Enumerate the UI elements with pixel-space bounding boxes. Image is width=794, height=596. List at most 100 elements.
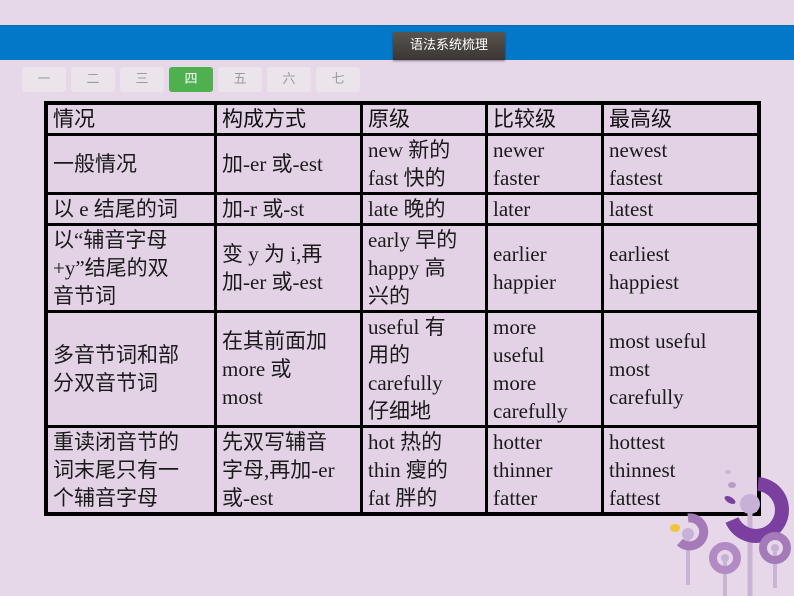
comparative-cell: newer faster <box>485 133 604 195</box>
cell-line: fatter <box>493 486 538 510</box>
tab-1[interactable]: 一 <box>22 67 66 92</box>
cell-line: fastest <box>609 166 663 190</box>
cell-line: 兴的 <box>368 284 410 308</box>
cell-line: 字母,再加-er <box>222 458 335 482</box>
tab-4[interactable]: 四 <box>169 67 213 92</box>
cell-line: 词末尾只有一 <box>53 458 179 482</box>
cell-line: carefully <box>368 371 443 395</box>
cell-line: newest <box>609 138 668 162</box>
cell-line: 以 e 结尾的词 <box>53 197 178 221</box>
cell-line: carefully <box>609 385 684 409</box>
situation-cell: 以 e 结尾的词 <box>44 192 217 226</box>
cell-line: early 早的 <box>368 228 458 252</box>
cell-line: +y”结尾的双 <box>53 256 169 280</box>
header-superlative: 最高级 <box>601 101 761 136</box>
superlative-cell: most useful most carefully <box>601 310 761 428</box>
situation-cell: 多音节词和部 分双音节词 <box>44 310 217 428</box>
situation-cell: 一般情况 <box>44 133 217 195</box>
positive-cell: useful 有用的 carefully 仔细地 <box>360 310 488 428</box>
situation-cell: 以“辅音字母 +y”结尾的双 音节词 <box>44 223 217 313</box>
cell-line: newer <box>493 138 545 162</box>
cell-line: fast 快的 <box>368 166 446 190</box>
header-rule: 构成方式 <box>214 101 363 136</box>
cell-line: fat 胖的 <box>368 486 438 510</box>
cell-line: 加-r 或-st <box>222 197 305 221</box>
table-row: 以“辅音字母 +y”结尾的双 音节词变 y 为 i,再 加-er 或-est early… <box>44 223 761 313</box>
cell-line: thinner <box>493 458 553 482</box>
cell-line: most useful <box>609 329 707 353</box>
superlative-cell: latest <box>601 192 761 226</box>
tab-2[interactable]: 二 <box>71 67 115 92</box>
positive-cell: new 新的 fast 快的 <box>360 133 488 195</box>
rule-cell: 在其前面加 more 或 most <box>214 310 363 428</box>
tab-5[interactable]: 五 <box>218 67 262 92</box>
cell-line: earliest <box>609 242 670 266</box>
superlative-cell: earliest happiest <box>601 223 761 313</box>
comparative-cell: more useful more carefully <box>485 310 604 428</box>
tab-7[interactable]: 七 <box>316 67 360 92</box>
cell-line: faster <box>493 166 540 190</box>
comparative-cell: hotter thinner fatter <box>485 425 604 516</box>
comparative-cell: earlier happier <box>485 223 604 313</box>
comparative-cell: later <box>485 192 604 226</box>
cell-line: happiest <box>609 270 679 294</box>
cell-line: happy 高 <box>368 256 446 280</box>
cell-line: new 新的 <box>368 138 451 162</box>
cell-line: thin 瘦的 <box>368 458 448 482</box>
cell-line: fattest <box>609 486 661 510</box>
cell-line: 或-est <box>222 486 274 510</box>
situation-cell: 重读闭音节的 词末尾只有一 个辅音字母 <box>44 425 217 516</box>
table-header-row: 情况 构成方式 原级 比较级 最高级 <box>44 101 761 136</box>
cell-line: 以“辅音字母 <box>53 228 168 252</box>
rule-cell: 加-r 或-st <box>214 192 363 226</box>
cell-line: more 或 <box>222 357 292 381</box>
cell-line: 一般情况 <box>53 152 137 176</box>
cell-line: happier <box>493 270 556 294</box>
cell-line: earlier <box>493 242 547 266</box>
cell-line: 分双音节词 <box>53 371 158 395</box>
cell-line: more <box>493 371 537 395</box>
cell-line: 多音节词和部 <box>53 343 179 367</box>
rule-cell: 变 y 为 i,再 加-er 或-est <box>214 223 363 313</box>
header-situation: 情况 <box>44 101 217 136</box>
table-body: 一般情况 加-er 或-est new 新的 fast 快的 newer faster ne… <box>44 133 761 516</box>
superlative-cell: newest fastest <box>601 133 761 195</box>
cell-line: 音节词 <box>53 284 116 308</box>
table-row: 多音节词和部 分双音节词 在其前面加 more 或 most useful 有用的 care… <box>44 310 761 428</box>
cell-line: most <box>609 357 650 381</box>
rule-cell: 加-er 或-est <box>214 133 363 195</box>
cell-line: later <box>493 197 531 221</box>
tab-6[interactable]: 六 <box>267 67 311 92</box>
table-row: 重读闭音节的 词末尾只有一 个辅音字母 先双写辅音 字母,再加-er 或-est hot 热… <box>44 425 761 516</box>
cell-line: 变 y 为 i,再 <box>222 242 323 266</box>
cell-line: late 晚的 <box>368 197 446 221</box>
tab-3[interactable]: 三 <box>120 67 164 92</box>
cell-line: hottest <box>609 430 665 454</box>
rule-cell: 先双写辅音字母,再加-er 或-est <box>214 425 363 516</box>
cell-line: 仔细地 <box>368 399 431 423</box>
table-row: 以 e 结尾的词 加-r 或-st late 晚的 later latest <box>44 192 761 226</box>
cell-line: 先双写辅音 <box>222 430 327 454</box>
cell-line: 个辅音字母 <box>53 486 158 510</box>
cell-line: useful 有 <box>368 315 446 339</box>
cell-line: most <box>222 385 263 409</box>
cell-line: 用的 <box>368 343 410 367</box>
cell-line: 在其前面加 <box>222 329 327 353</box>
cell-line: hotter <box>493 430 542 454</box>
section-title: 语法系统梳理 <box>393 32 505 60</box>
cell-line: latest <box>609 197 654 221</box>
positive-cell: early 早的 happy 高兴的 <box>360 223 488 313</box>
superlative-cell: hottest thinnest fattest <box>601 425 761 516</box>
table-row: 一般情况 加-er 或-est new 新的 fast 快的 newer faster ne… <box>44 133 761 195</box>
cell-line: 重读闭音节的 <box>53 430 179 454</box>
header-comparative: 比较级 <box>485 101 604 136</box>
cell-line: hot 热的 <box>368 430 443 454</box>
tab-bar: 一 二 三 四 五 六 七 <box>22 67 360 92</box>
positive-cell: hot 热的 thin 瘦的 fat 胖的 <box>360 425 488 516</box>
header-positive: 原级 <box>360 101 488 136</box>
cell-line: more <box>493 315 537 339</box>
cell-line: 加-er 或-est <box>222 270 323 294</box>
positive-cell: late 晚的 <box>360 192 488 226</box>
cell-line: 加-er 或-est <box>222 152 323 176</box>
grammar-table: 情况 构成方式 原级 比较级 最高级 一般情况 加-er 或-est new 新的 f… <box>44 101 761 516</box>
